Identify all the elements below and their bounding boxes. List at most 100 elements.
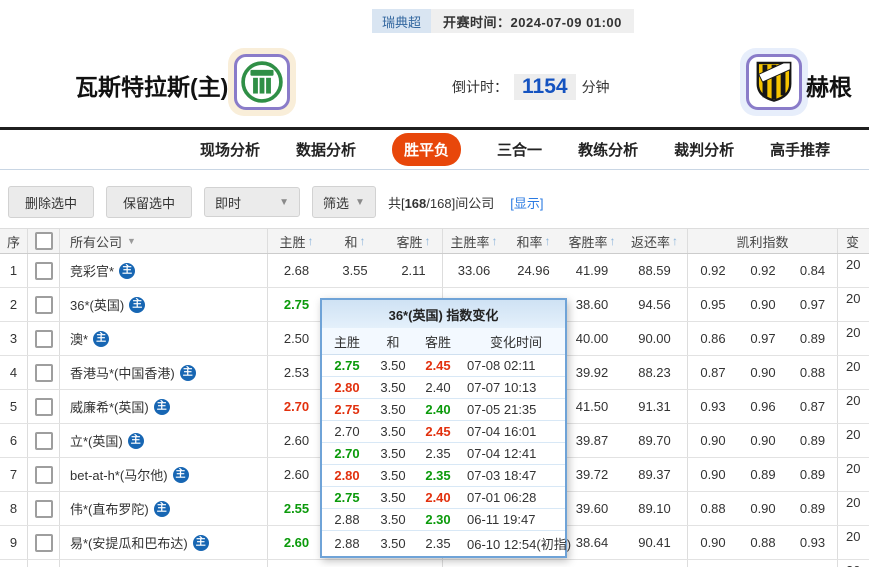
rate-cell: 24.96 [505, 254, 562, 287]
row-checkbox[interactable] [35, 534, 53, 552]
header-seq: 序 [0, 229, 28, 253]
header-draw-rate[interactable]: 和率↑ [505, 229, 562, 253]
row-checkbox[interactable] [35, 398, 53, 416]
kelly-cell: 0.90 [738, 424, 788, 457]
table-row: 10Interwet*(塞浦路斯)主2.753.552.4034.3426.53… [0, 560, 869, 567]
popup-odds-cell: 2.40 [414, 490, 462, 505]
company-count-summary: 共[168/168]间公司 [388, 193, 494, 212]
popup-odds-cell: 3.50 [372, 446, 414, 461]
header-company[interactable]: 所有公司▼ [60, 229, 268, 253]
change-cell: 20 [838, 254, 869, 287]
rate-cell: 88.59 [622, 254, 688, 287]
row-checkbox[interactable] [35, 466, 53, 484]
home-team-name: 瓦斯特拉斯(主) [75, 68, 228, 102]
kelly-cell: 0.86 [688, 322, 738, 355]
tab-live-analysis[interactable]: 现场分析 [200, 139, 260, 160]
row-index: 6 [0, 424, 28, 457]
home-badge-icon: 主 [154, 399, 170, 415]
odds-table-header: 序 所有公司▼ 主胜↑ 和↑ 客胜↑ 主胜率↑ 和率↑ 客胜率↑ 返还率↑ 凯利… [0, 228, 869, 254]
rate-cell: 88.23 [622, 356, 688, 389]
tab-expert-picks[interactable]: 高手推荐 [770, 139, 830, 160]
popup-odds-cell: 3.50 [372, 402, 414, 417]
popup-header-time: 变化时间 [462, 332, 565, 351]
rate-cell: 33.06 [443, 254, 505, 287]
kelly-cell: 0.87 [788, 390, 838, 423]
sort-asc-icon: ↑ [545, 234, 551, 248]
row-checkbox[interactable] [35, 432, 53, 450]
company-label: 香港马*(中国香港) [70, 363, 175, 382]
company-name[interactable]: 竞彩官*主 [60, 254, 268, 287]
row-checkbox-cell [28, 356, 60, 389]
row-checkbox[interactable] [35, 262, 53, 280]
popup-time-cell: 07-04 12:41 [462, 446, 565, 461]
odds-cell: 2.75 [268, 560, 325, 567]
row-checkbox[interactable] [35, 364, 53, 382]
kelly-cell: 0.88 [738, 526, 788, 559]
rate-cell: 40.00 [562, 322, 622, 355]
kelly-cell: 0.84 [788, 254, 838, 287]
tab-three-in-one[interactable]: 三合一 [497, 139, 542, 160]
company-name[interactable]: 伟*(直布罗陀)主 [60, 492, 268, 525]
header-draw-odds[interactable]: 和↑ [325, 229, 385, 253]
popup-odds-cell: 2.88 [322, 536, 372, 551]
popup-title: 36*(英国) 指数变化 [322, 300, 565, 328]
tab-referee-analysis[interactable]: 裁判分析 [674, 139, 734, 160]
filter-select[interactable]: 筛选 ▼ [312, 186, 376, 218]
sort-asc-icon: ↑ [492, 234, 498, 248]
change-cell: 20 [838, 492, 869, 525]
rate-cell: 91.31 [622, 390, 688, 423]
row-checkbox-cell [28, 288, 60, 321]
keep-selected-button[interactable]: 保留选中 [106, 186, 192, 218]
odds-cell: 2.55 [268, 492, 325, 525]
show-link[interactable]: [显示] [510, 193, 543, 212]
company-name[interactable]: 易*(安提瓜和巴布达)主 [60, 526, 268, 559]
popup-row: 2.753.502.4007-05 21:35 [322, 399, 565, 421]
company-name[interactable]: 立*(英国)主 [60, 424, 268, 457]
company-name[interactable]: 36*(英国)主 [60, 288, 268, 321]
league-badge[interactable]: 瑞典超 [372, 9, 431, 33]
odds-cell: 2.60 [268, 526, 325, 559]
company-name[interactable]: 威廉希*(英国)主 [60, 390, 268, 423]
popup-time-cell: 07-03 18:47 [462, 468, 565, 483]
change-cell: 20 [838, 356, 869, 389]
tab-win-draw-lose[interactable]: 胜平负 [392, 133, 461, 166]
row-checkbox-cell [28, 424, 60, 457]
row-checkbox[interactable] [35, 330, 53, 348]
popup-time-cell: 07-04 16:01 [462, 424, 565, 439]
sort-asc-icon: ↑ [425, 234, 431, 248]
row-index: 1 [0, 254, 28, 287]
company-name[interactable]: 香港马*(中国香港)主 [60, 356, 268, 389]
select-all-checkbox[interactable] [35, 232, 53, 250]
company-name[interactable]: bet-at-h*(马尔他)主 [60, 458, 268, 491]
home-badge-icon: 主 [128, 433, 144, 449]
kelly-cell: 0.92 [688, 254, 738, 287]
row-checkbox[interactable] [35, 296, 53, 314]
kelly-cell: 0.87 [688, 356, 738, 389]
header-select-all [28, 229, 60, 253]
delete-selected-button[interactable]: 删除选中 [8, 186, 94, 218]
home-badge-icon: 主 [93, 331, 109, 347]
header-away-rate[interactable]: 客胜率↑ [562, 229, 622, 253]
kelly-cell: 0.89 [788, 492, 838, 525]
header-home-rate[interactable]: 主胜率↑ [443, 229, 505, 253]
rate-cell: 94.16 [622, 560, 688, 567]
odds-cell: 2.75 [268, 288, 325, 321]
company-name[interactable]: Interwet*(塞浦路斯)主 [60, 560, 268, 567]
row-checkbox-cell [28, 526, 60, 559]
kelly-cell: 0.93 [788, 526, 838, 559]
row-checkbox[interactable] [35, 500, 53, 518]
header-away-odds[interactable]: 客胜↑ [385, 229, 443, 253]
header-return-rate[interactable]: 返还率↑ [622, 229, 688, 253]
filter-select-value: 筛选 [323, 193, 349, 212]
kelly-cell: 0.90 [688, 526, 738, 559]
popup-odds-cell: 2.35 [414, 446, 462, 461]
popup-odds-cell: 3.50 [372, 490, 414, 505]
popup-body: 2.753.502.4507-08 02:112.803.502.4007-07… [322, 355, 565, 556]
odds-time-select[interactable]: 即时 ▼ [204, 187, 300, 217]
tab-data-analysis[interactable]: 数据分析 [296, 139, 356, 160]
change-cell: 20 [838, 526, 869, 559]
chevron-down-icon: ▼ [355, 197, 365, 208]
header-home-odds[interactable]: 主胜↑ [268, 229, 325, 253]
company-name[interactable]: 澳*主 [60, 322, 268, 355]
tab-coach-analysis[interactable]: 教练分析 [578, 139, 638, 160]
